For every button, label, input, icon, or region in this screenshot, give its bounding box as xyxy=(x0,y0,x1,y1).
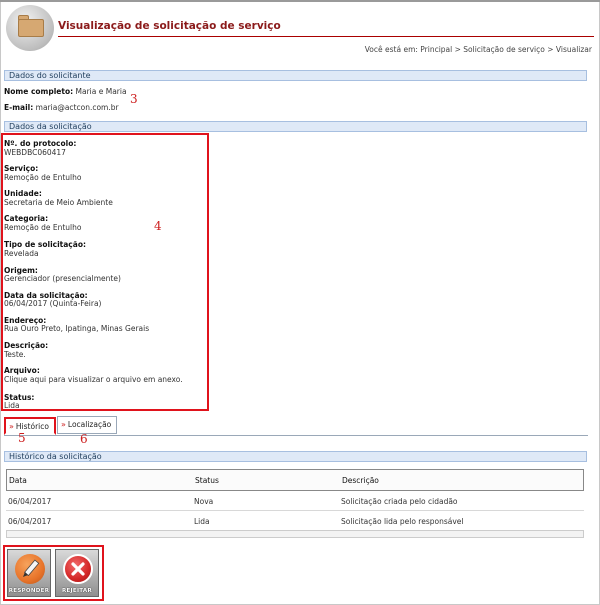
section-requester: Dados do solicitante xyxy=(4,70,587,81)
section-history: Histórico da solicitação xyxy=(4,451,587,462)
row-status: Nova xyxy=(194,497,214,506)
respond-button[interactable]: RESPONDER xyxy=(7,549,51,597)
section-request: Dados da solicitação xyxy=(4,121,587,132)
pencil-glyph xyxy=(23,559,40,577)
email-value: maria@actcon.com.br xyxy=(35,103,119,112)
reject-label: REJEITAR xyxy=(61,588,93,594)
top-border xyxy=(0,0,600,2)
row-status: Lida xyxy=(194,517,210,526)
tab-label: Localização xyxy=(67,420,112,429)
reject-button[interactable]: REJEITAR xyxy=(55,549,99,597)
folder-icon xyxy=(6,5,54,51)
table-header: Data Status Descrição xyxy=(6,469,584,491)
annotation-5: 5 xyxy=(18,431,26,445)
close-icon xyxy=(63,554,93,584)
tab-historico[interactable]: » Histórico xyxy=(4,417,56,435)
email-row: E-mail: maria@actcon.com.br xyxy=(4,103,119,112)
annotation-6: 6 xyxy=(80,432,88,446)
tab-label: Histórico xyxy=(15,422,49,431)
title-divider xyxy=(58,36,594,37)
email-label: E-mail: xyxy=(4,103,34,112)
close-glyph xyxy=(71,562,85,576)
folder-body xyxy=(18,19,44,37)
chevron-down-icon: » xyxy=(9,422,14,431)
row-date: 06/04/2017 xyxy=(8,497,52,506)
breadcrumb: Você está em: Principal > Solicitação de… xyxy=(364,45,592,54)
column-header-date: Data xyxy=(9,476,27,485)
row-date: 06/04/2017 xyxy=(8,517,52,526)
tab-baseline xyxy=(4,435,588,436)
pencil-icon xyxy=(15,554,45,584)
page-title: Visualização de solicitação de serviço xyxy=(58,20,281,32)
table-row: 06/04/2017 Lida Solicitação lida pelo re… xyxy=(6,511,584,531)
table-row: 06/04/2017 Nova Solicitação criada pelo … xyxy=(6,491,584,511)
chevron-down-icon: » xyxy=(61,420,66,429)
name-value: Maria e Maria xyxy=(75,87,127,96)
highlight-box-request xyxy=(1,133,209,411)
name-label: Nome completo: xyxy=(4,87,74,96)
column-header-description: Descrição xyxy=(342,476,379,485)
respond-label: RESPONDER xyxy=(8,588,50,594)
row-description: Solicitação lida pelo responsável xyxy=(341,517,464,526)
name-row: Nome completo: Maria e Maria xyxy=(4,87,127,96)
table-footer xyxy=(6,530,584,538)
row-description: Solicitação criada pelo cidadão xyxy=(341,497,458,506)
column-header-status: Status xyxy=(195,476,219,485)
annotation-4: 4 xyxy=(154,219,162,233)
annotation-3: 3 xyxy=(130,92,138,106)
